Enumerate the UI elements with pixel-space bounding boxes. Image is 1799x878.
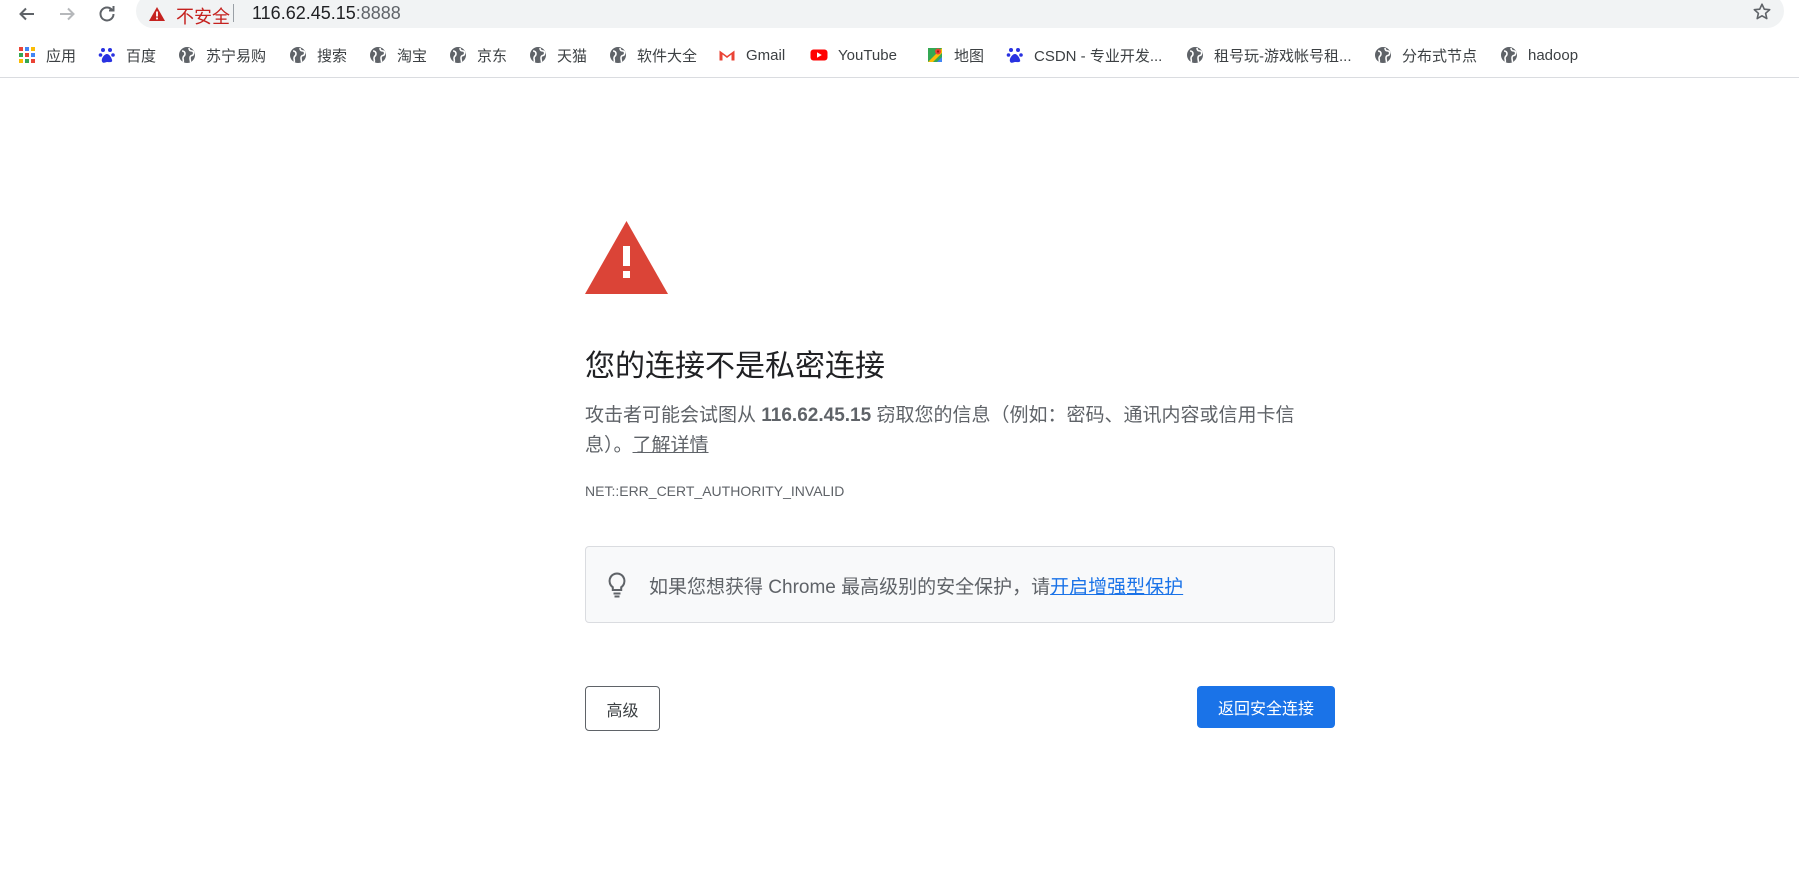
bookmark-software[interactable]: 软件大全 (609, 40, 697, 70)
bookmark-label: 应用 (46, 47, 77, 65)
bookmark-jd[interactable]: 京东 (449, 40, 507, 70)
bookmark-label: CSDN - 专业开发... (1034, 47, 1163, 65)
bookmark-search[interactable]: 搜索 (289, 40, 347, 70)
globe-icon (1186, 46, 1204, 64)
page-title: 您的连接不是私密连接 (585, 350, 885, 383)
url-text[interactable]: 116.62.45.15:8888 (252, 3, 401, 24)
bookmark-suning[interactable]: 苏宁易购 (178, 40, 266, 70)
youtube-icon (810, 46, 828, 64)
baidu-paw-icon (98, 46, 116, 64)
globe-icon (529, 46, 547, 64)
globe-icon (609, 46, 627, 64)
bookmark-zuhaowan[interactable]: 租号玩-游戏帐号租... (1186, 40, 1352, 70)
advanced-button[interactable]: 高级 (585, 686, 660, 731)
bookmark-label: 京东 (477, 47, 508, 65)
globe-icon (1500, 46, 1518, 64)
bookmark-csdn[interactable]: CSDN - 专业开发... (1006, 40, 1162, 70)
forward-button[interactable] (54, 1, 80, 27)
warning-triangle-icon (585, 221, 668, 294)
back-to-safety-button[interactable]: 返回安全连接 (1197, 686, 1335, 728)
bookmark-youtube[interactable]: YouTube (810, 40, 897, 70)
bookmark-label: YouTube (838, 46, 897, 64)
bookmark-taobao[interactable]: 淘宝 (369, 40, 427, 70)
bookmark-label: hadoop (1528, 46, 1579, 64)
arrow-left-icon (19, 7, 34, 21)
bookmark-label: 软件大全 (637, 47, 698, 65)
reload-button[interactable] (94, 1, 120, 27)
baidu-paw-icon (1006, 46, 1024, 64)
error-code[interactable]: NET::ERR_CERT_AUTHORITY_INVALID (585, 483, 844, 499)
enhanced-protection-text: 如果您想获得 Chrome 最高级别的安全保护，请开启增强型保护 (649, 572, 1183, 599)
url-port: :8888 (355, 3, 401, 23)
reload-icon (99, 6, 115, 22)
warning-triangle-icon (149, 7, 165, 21)
omnibox-separator (233, 4, 234, 22)
bookmarks-bar: 应用 百度 苏宁易购 搜索 淘宝 京东 天猫 软件大全 Gmail YouTub… (0, 40, 1799, 70)
bookmark-hadoop[interactable]: hadoop (1500, 40, 1578, 70)
bookmark-apps[interactable]: 应用 (18, 40, 76, 70)
apps-grid-icon (18, 46, 36, 64)
back-button[interactable] (14, 1, 40, 27)
enhanced-protection-box: 如果您想获得 Chrome 最高级别的安全保护，请开启增强型保护 (585, 546, 1335, 623)
url-host: 116.62.45.15 (252, 3, 356, 23)
bookmark-gmail[interactable]: Gmail (718, 40, 785, 70)
gmail-icon (718, 46, 736, 64)
bookmark-label: 苏宁易购 (206, 47, 267, 65)
bookmark-label: 分布式节点 (1402, 47, 1478, 65)
desc-prefix: 攻击者可能会试图从 (585, 405, 762, 426)
bookmark-star-icon[interactable] (1752, 2, 1772, 22)
globe-icon (1374, 46, 1392, 64)
maps-icon (926, 46, 944, 64)
globe-icon (289, 46, 307, 64)
browser-toolbar: 不安全 116.62.45.15:8888 (0, 0, 1799, 29)
bookmark-tmall[interactable]: 天猫 (529, 40, 587, 70)
learn-more-link[interactable]: 了解详情 (633, 435, 709, 456)
enable-enhanced-protection-link[interactable]: 开启增强型保护 (1050, 577, 1183, 598)
bookmark-label: 天猫 (557, 47, 588, 65)
enhanced-text: 如果您想获得 Chrome 最高级别的安全保护，请 (649, 577, 1051, 598)
error-description: 攻击者可能会试图从 116.62.45.15 窃取您的信息（例如：密码、通讯内容… (585, 401, 1335, 461)
bookmark-label: Gmail (746, 46, 786, 64)
bookmark-label: 搜索 (317, 47, 348, 65)
lightbulb-icon (608, 572, 626, 598)
toolbar-divider (0, 77, 1799, 78)
bookmark-label: 租号玩-游戏帐号租... (1214, 47, 1352, 65)
desc-host: 116.62.45.15 (761, 405, 872, 426)
globe-icon (449, 46, 467, 64)
bookmark-label: 地图 (954, 47, 985, 65)
security-status-label[interactable]: 不安全 (176, 3, 230, 29)
arrow-right-icon (60, 7, 75, 21)
bookmark-baidu[interactable]: 百度 (98, 40, 156, 70)
address-bar[interactable]: 不安全 116.62.45.15:8888 (136, 0, 1784, 28)
bookmark-maps[interactable]: 地图 (926, 40, 984, 70)
globe-icon (369, 46, 387, 64)
globe-icon (178, 46, 196, 64)
bookmark-distributed-nodes[interactable]: 分布式节点 (1374, 40, 1477, 70)
bookmark-label: 百度 (126, 47, 157, 65)
bookmark-label: 淘宝 (397, 47, 428, 65)
